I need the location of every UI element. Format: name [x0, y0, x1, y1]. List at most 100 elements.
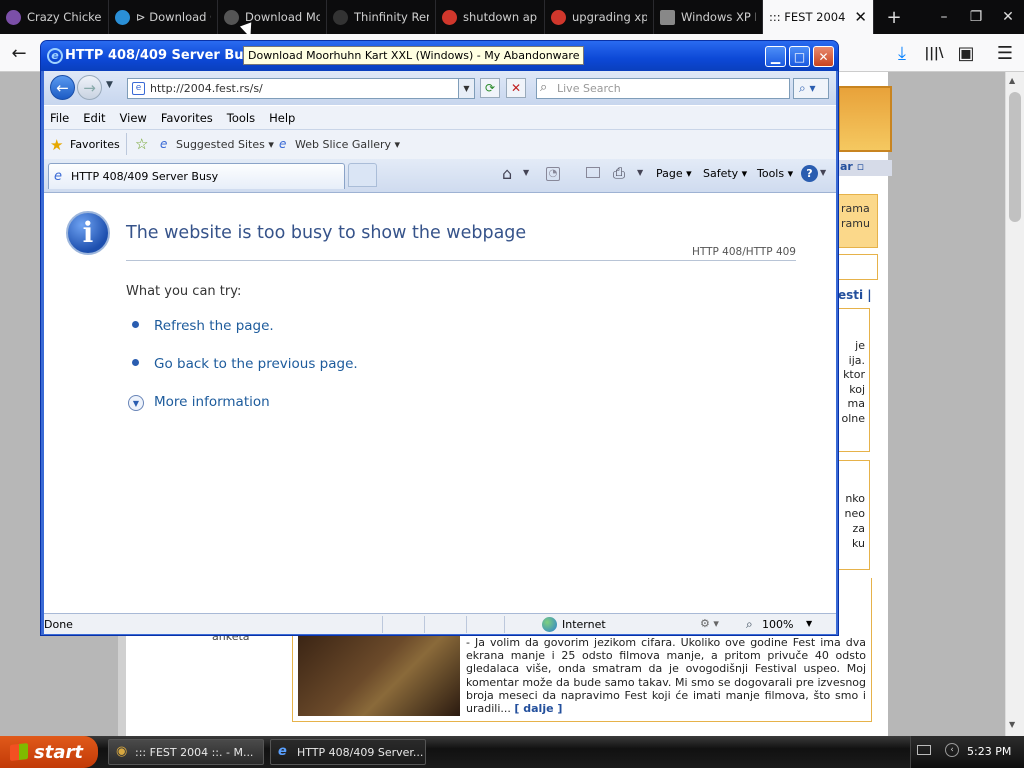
search-go-button[interactable]: ⌕ ▾: [793, 78, 829, 99]
taskbar-item-label: ::: FEST 2004 ::. - M...: [135, 745, 254, 759]
browser-tab-active[interactable]: ::: FEST 2004 ✕: [763, 0, 874, 34]
home-icon[interactable]: ⌂: [502, 164, 512, 183]
ie-minimize-button[interactable]: ▁: [765, 46, 786, 67]
tab-page-icon: e: [54, 169, 62, 184]
security-zone: Internet: [562, 618, 606, 631]
zoom-icon[interactable]: ⌕: [746, 617, 753, 632]
zoom-dropdown-icon[interactable]: ▼: [806, 619, 812, 628]
sidebar-input-box[interactable]: [838, 254, 878, 280]
recent-pages-dropdown-icon[interactable]: ▼: [106, 80, 113, 90]
library-icon[interactable]: |||\: [920, 38, 948, 68]
stop-icon[interactable]: ✕: [506, 78, 526, 98]
ie-active-tab[interactable]: e HTTP 408/409 Server Busy: [48, 163, 345, 189]
help-dropdown-icon[interactable]: ▼: [820, 168, 826, 177]
browser-tab[interactable]: Thinfinity Rem: [327, 0, 436, 34]
tab-favicon-icon: [224, 9, 239, 25]
read-more-link[interactable]: [ dalje ]: [514, 702, 562, 715]
tray-expand-icon[interactable]: ‹: [945, 743, 959, 757]
back-button[interactable]: ←: [4, 38, 34, 68]
maximize-button[interactable]: ❐: [960, 0, 992, 34]
refresh-icon[interactable]: ⟳: [480, 78, 500, 98]
tab-tooltip: Download Moorhuhn Kart XXL (Windows) - M…: [243, 46, 585, 65]
scroll-up-icon[interactable]: ▲: [1009, 76, 1015, 85]
tools-menu[interactable]: Tools ▾: [757, 167, 793, 180]
menu-file[interactable]: File: [50, 111, 69, 125]
home-dropdown-icon[interactable]: ▼: [523, 168, 529, 177]
scroll-down-icon[interactable]: ▼: [1009, 720, 1015, 729]
safety-menu[interactable]: Safety ▾: [703, 167, 747, 180]
go-back-link[interactable]: Go back to the previous page.: [154, 356, 358, 372]
tab-row: e HTTP 408/409 Server Busy ⌂ ▼ ◔ ⎙ ▼ Pag…: [44, 159, 836, 192]
more-information-link[interactable]: More information: [154, 394, 270, 410]
taskbar: start ◉ ::: FEST 2004 ::. - M... e HTTP …: [0, 736, 1024, 768]
tab-favicon-icon: [660, 9, 675, 25]
start-label: start: [34, 741, 83, 763]
zoom-level[interactable]: 100%: [762, 618, 793, 631]
status-divider: [504, 616, 505, 633]
page-scrollbar[interactable]: ▲ ▼: [1005, 72, 1024, 736]
address-dropdown-icon[interactable]: ▼: [458, 79, 474, 98]
browser-tab[interactable]: Windows XP D: [654, 0, 763, 34]
help-icon[interactable]: ?: [801, 165, 818, 182]
address-text: http://2004.fest.rs/s/: [150, 82, 263, 95]
new-tab-button[interactable]: +: [874, 0, 914, 34]
hamburger-menu-icon[interactable]: ☰: [990, 38, 1020, 68]
menu-help[interactable]: Help: [269, 111, 295, 125]
browser-tab[interactable]: upgrading xp: [545, 0, 654, 34]
expand-chevron-icon[interactable]: ▼: [128, 395, 144, 411]
refresh-page-link[interactable]: Refresh the page.: [154, 318, 274, 334]
ie-window: e HTTP 408/409 Server Busy - Windows Int…: [40, 40, 839, 636]
taskbar-item[interactable]: ◉ ::: FEST 2004 ::. - M...: [108, 739, 264, 765]
info-icon: i: [66, 211, 110, 255]
taskbar-item-active[interactable]: e HTTP 408/409 Server...: [270, 739, 426, 765]
ie-maximize-button[interactable]: □: [789, 46, 810, 67]
protected-mode-icon[interactable]: ⚙ ▾: [700, 617, 719, 630]
ie-back-button[interactable]: ←: [50, 75, 75, 100]
scrollbar-thumb[interactable]: [1009, 92, 1021, 222]
suggested-sites-button[interactable]: Suggested Sites ▾: [176, 138, 274, 151]
firefox-task-icon: ◉: [116, 744, 128, 759]
browser-tab[interactable]: ⊳ Download G: [109, 0, 218, 34]
status-text: Done: [44, 618, 73, 631]
search-input[interactable]: ⌕ Live Search: [536, 78, 790, 99]
download-icon[interactable]: ⤓: [888, 38, 916, 68]
tab-title: Crazy Chicken: [27, 10, 102, 24]
internet-zone-icon: [542, 617, 557, 632]
tab-favicon-icon: [333, 9, 348, 25]
tab-close-icon[interactable]: ✕: [854, 8, 867, 26]
address-bar[interactable]: e http://2004.fest.rs/s/ ▼: [127, 78, 475, 99]
tab-title: HTTP 408/409 Server Busy: [71, 170, 219, 183]
ie-forward-button[interactable]: →: [77, 75, 102, 100]
menu-tools[interactable]: Tools: [227, 111, 255, 125]
browser-tab[interactable]: shutdown app: [436, 0, 545, 34]
feeds-icon[interactable]: ◔: [546, 167, 560, 181]
tab-title: Download Moo: [245, 10, 320, 24]
web-slice-icon: e: [279, 137, 287, 151]
menu-view[interactable]: View: [120, 111, 147, 125]
error-page: i The website is too busy to show the we…: [44, 192, 836, 613]
menu-favorites[interactable]: Favorites: [161, 111, 213, 125]
ie-close-button[interactable]: ✕: [813, 46, 834, 67]
keyboard-icon[interactable]: [917, 745, 931, 755]
print-icon[interactable]: ⎙: [613, 164, 625, 182]
web-slice-gallery-button[interactable]: Web Slice Gallery ▾: [295, 138, 400, 151]
add-favorites-icon[interactable]: ☆: [135, 135, 148, 153]
favorites-button[interactable]: Favorites: [70, 138, 120, 151]
new-tab-button[interactable]: [348, 163, 377, 187]
clock[interactable]: 5:23 PM: [967, 745, 1011, 758]
status-divider: [424, 616, 425, 633]
browser-tab[interactable]: Download Moo: [218, 0, 327, 34]
close-window-button[interactable]: ✕: [992, 0, 1024, 34]
bullet-icon: [132, 321, 139, 328]
minimize-button[interactable]: –: [928, 0, 960, 34]
print-dropdown-icon[interactable]: ▼: [637, 168, 643, 177]
ie-client-area: ← → ▼ e http://2004.fest.rs/s/ ▼ ⟳ ✕ ⌕ L…: [44, 71, 836, 634]
try-label: What you can try:: [126, 284, 242, 299]
read-mail-icon[interactable]: [586, 167, 600, 178]
page-menu[interactable]: Page ▾: [656, 167, 692, 180]
sidebar-icon[interactable]: ▣: [952, 38, 980, 68]
menu-edit[interactable]: Edit: [83, 111, 105, 125]
nav-link[interactable]: esti |: [838, 288, 872, 302]
start-button[interactable]: start: [0, 736, 98, 768]
browser-tab[interactable]: Crazy Chicken: [0, 0, 109, 34]
